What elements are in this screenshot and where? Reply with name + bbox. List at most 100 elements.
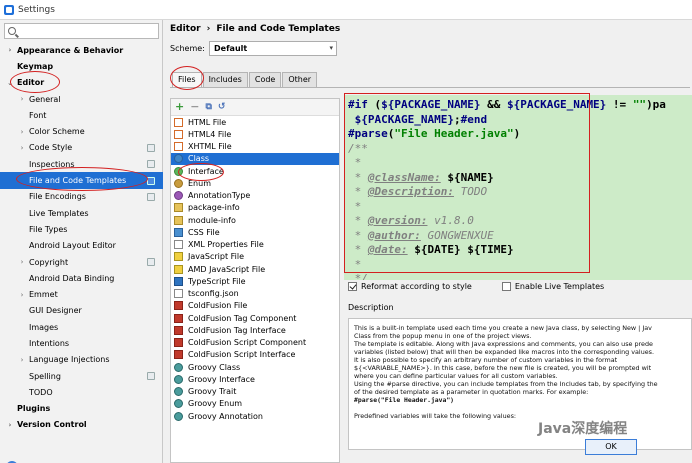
sidebar-item[interactable]: › Appearance & Behavior <box>0 42 163 58</box>
sidebar-item[interactable]: › Copyright <box>0 254 163 270</box>
sidebar-item[interactable]: Live Templates <box>0 205 163 221</box>
template-item[interactable]: HTML File <box>171 116 339 128</box>
reformat-label: Reformat according to style <box>361 282 472 291</box>
cf-file-icon <box>174 313 183 323</box>
sidebar-item[interactable]: Keymap <box>0 58 163 74</box>
search-input[interactable] <box>21 26 151 36</box>
template-code-editor[interactable]: #if (${PACKAGE_NAME} && ${PACKAGE_NAME} … <box>344 95 692 280</box>
template-item[interactable]: CSS File <box>171 226 339 238</box>
cf-file-icon <box>174 301 183 311</box>
title-bar: Settings <box>0 0 692 20</box>
template-item[interactable]: XML Properties File <box>171 239 339 251</box>
description-line: The template is editable. Along with Jav… <box>354 340 653 348</box>
template-item-label: ColdFusion Tag Interface <box>188 325 286 335</box>
template-item[interactable]: JavaScript File <box>171 251 339 263</box>
chevron-icon: › <box>20 127 24 136</box>
sidebar-item-label: Code Style <box>29 143 73 153</box>
live-templates-option[interactable]: Enable Live Templates <box>501 282 604 291</box>
template-item[interactable]: Groovy Annotation <box>171 410 339 422</box>
template-item-label: Class <box>188 154 210 164</box>
sidebar-item[interactable]: Images <box>0 319 163 335</box>
template-item[interactable]: ColdFusion Tag Component <box>171 312 339 324</box>
sidebar-item[interactable]: › Code Style <box>0 140 163 156</box>
template-item[interactable]: tsconfig.json <box>171 288 339 300</box>
sidebar-item[interactable]: › General <box>0 91 163 107</box>
add-template-button[interactable]: + <box>175 101 184 113</box>
sidebar-item[interactable]: › Version Control <box>0 417 163 433</box>
sidebar-item[interactable]: File Encodings <box>0 189 163 205</box>
sidebar-item[interactable]: Android Data Binding <box>0 270 163 286</box>
description-line: Predefined variables will take the follo… <box>354 412 517 420</box>
sidebar-item-label: Version Control <box>17 420 87 430</box>
code-line: #parse("File Header.java") <box>348 127 521 140</box>
sidebar-item[interactable]: GUI Designer <box>0 303 163 319</box>
template-item[interactable]: TypeScript File <box>171 275 339 287</box>
template-list: HTML File HTML4 File XHTML File Class Interf… <box>171 116 339 422</box>
template-item[interactable]: package-info <box>171 202 339 214</box>
template-item[interactable]: ColdFusion Script Component <box>171 337 339 349</box>
tab-files[interactable]: Files <box>172 72 202 87</box>
ok-button[interactable]: OK <box>585 439 637 455</box>
template-item[interactable]: Enum <box>171 177 339 189</box>
template-item[interactable]: Interface <box>171 165 339 177</box>
sidebar-item[interactable]: Plugins <box>0 401 163 417</box>
sidebar-item[interactable]: Spelling <box>0 368 163 384</box>
pkg-file-icon <box>174 203 183 213</box>
iface-file-icon <box>174 166 183 176</box>
sidebar-item[interactable]: Inspections <box>0 156 163 172</box>
cf-file-icon <box>174 350 183 360</box>
description-line: Using the #parse directive, you can incl… <box>354 380 658 388</box>
sidebar-item[interactable]: Intentions <box>0 335 163 351</box>
search-box[interactable] <box>4 23 159 39</box>
template-item[interactable]: Groovy Class <box>171 361 339 373</box>
groovy-file-icon <box>174 374 183 384</box>
sidebar-item-label: TODO <box>29 387 53 397</box>
reset-template-button[interactable]: ↺ <box>218 101 226 113</box>
reformat-checkbox[interactable] <box>348 282 357 291</box>
sidebar-item[interactable]: File Types <box>0 221 163 237</box>
remove-template-button[interactable]: − <box>190 101 199 113</box>
template-item[interactable]: Groovy Enum <box>171 398 339 410</box>
template-item-label: HTML File <box>188 117 227 127</box>
template-item[interactable]: module-info <box>171 214 339 226</box>
settings-tree: › Appearance & Behavior Keymap ⌄ Editor › Gene… <box>0 42 163 433</box>
copy-template-button[interactable]: ⧉ <box>205 101 211 113</box>
template-item[interactable]: Class <box>171 152 339 165</box>
template-item[interactable]: AnnotationType <box>171 190 339 202</box>
sidebar-item[interactable]: ⌄ Editor <box>0 75 163 91</box>
code-line: ${PACKAGE_NAME};#end <box>348 112 488 126</box>
reformat-option[interactable]: Reformat according to style <box>348 282 472 291</box>
sidebar-item[interactable]: › Emmet <box>0 286 163 302</box>
template-item-label: XML Properties File <box>188 240 264 250</box>
chevron-down-icon: ▾ <box>329 44 333 52</box>
tabs-divider <box>170 87 690 88</box>
sidebar-item[interactable]: File and Code Templates <box>0 172 163 189</box>
template-item[interactable]: AMD JavaScript File <box>171 263 339 275</box>
template-item[interactable]: ColdFusion Script Interface <box>171 349 339 361</box>
live-templates-checkbox[interactable] <box>501 282 511 291</box>
scheme-dropdown[interactable]: Default ▾ <box>209 41 337 56</box>
project-scope-icon <box>147 176 155 185</box>
template-item[interactable]: ColdFusion File <box>171 300 339 312</box>
sidebar-item-label: Editor <box>17 78 45 88</box>
template-item-label: AMD JavaScript File <box>188 264 266 274</box>
tab-includes[interactable]: Includes <box>202 72 248 87</box>
sidebar-item[interactable]: Font <box>0 107 163 123</box>
window-title: Settings <box>18 4 55 15</box>
sidebar-item[interactable]: › Color Scheme <box>0 123 163 139</box>
sidebar-item-label: Live Templates <box>29 208 89 218</box>
template-item[interactable]: XHTML File <box>171 141 339 153</box>
tab-other[interactable]: Other <box>282 72 318 87</box>
tab-code[interactable]: Code <box>248 72 282 87</box>
sidebar-item-label: Android Layout Editor <box>29 241 116 251</box>
template-item-label: ColdFusion Script Interface <box>188 350 296 360</box>
template-item[interactable]: ColdFusion Tag Interface <box>171 324 339 336</box>
template-item[interactable]: HTML4 File <box>171 128 339 140</box>
sidebar-item[interactable]: › Language Injections <box>0 352 163 368</box>
sidebar-item[interactable]: Android Layout Editor <box>0 238 163 254</box>
template-item[interactable]: Groovy Trait <box>171 386 339 398</box>
ts-file-icon <box>174 276 183 286</box>
template-item[interactable]: Groovy Interface <box>171 373 339 385</box>
sidebar-item[interactable]: TODO <box>0 384 163 400</box>
template-item-label: AnnotationType <box>188 191 251 201</box>
